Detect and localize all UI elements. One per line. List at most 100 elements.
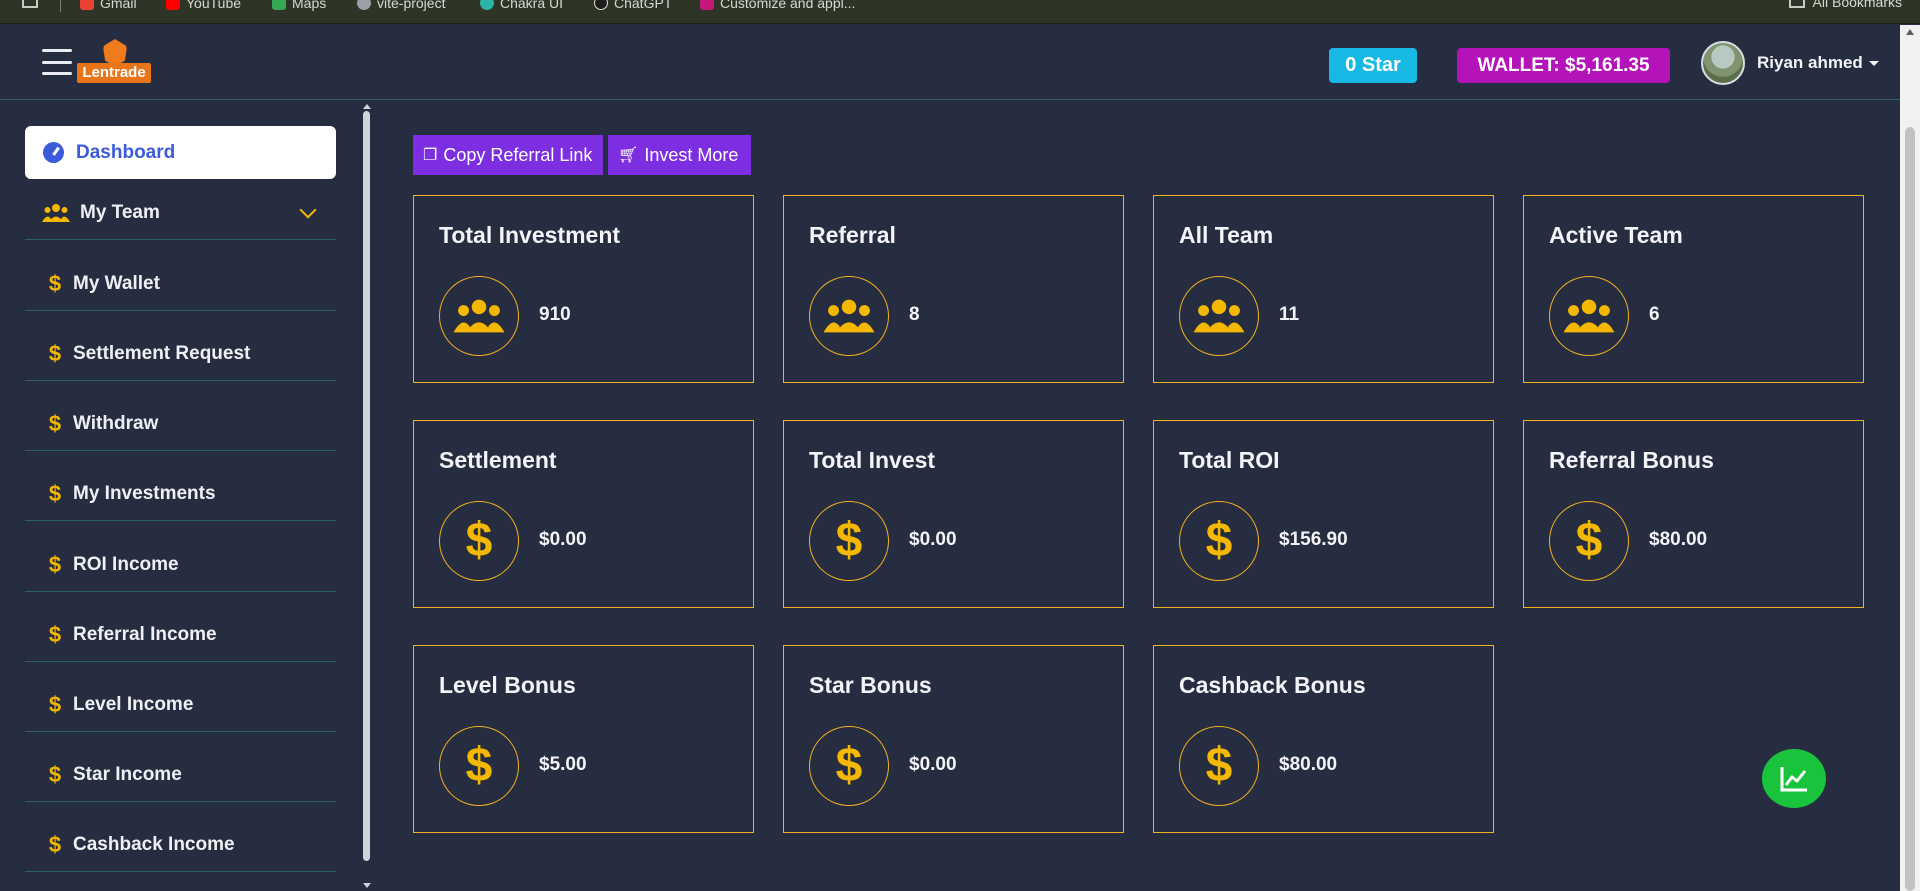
dollar-icon: $ [1179,501,1259,581]
card-title: Level Bonus [439,672,576,698]
card-title: Star Bonus [809,672,932,698]
hamburger-menu-icon[interactable] [42,49,72,75]
bookmark-gmail[interactable]: Gmail [80,0,137,12]
dollar-icon: $ [1549,501,1629,581]
page-scrollbar[interactable] [1900,25,1920,891]
team-icon [1179,276,1259,356]
card-title: Settlement [439,447,557,473]
star-badge[interactable]: 0 Star [1329,48,1417,83]
team-icon [42,203,70,222]
sidebar-item-my-team[interactable]: My Team [25,186,336,240]
top-navbar: Lentrade 0 Star WALLET: $5,161.35 Riyan … [0,25,1920,100]
youtube-icon [166,0,180,10]
card-value: $156.90 [1279,529,1348,550]
all-bookmarks[interactable]: All Bookmarks [1788,0,1902,10]
card-title: Referral [809,222,896,248]
caret-down-icon [1868,61,1879,67]
stat-card-cashback-bonus: Cashback Bonus $ $80.00 [1153,645,1494,833]
apps-grid-icon[interactable] [22,0,38,8]
stat-card-total-invest: Total Invest $ $0.00 [783,420,1124,608]
gmail-icon [80,0,94,10]
stat-card-total-roi: Total ROI $ $156.90 [1153,420,1494,608]
logo-mark-icon [103,39,127,63]
dollar-icon: $ [48,621,62,647]
extension-icon [700,0,714,10]
dollar-icon: $ [48,691,62,717]
card-value: 910 [539,304,571,325]
stat-card-referral-bonus: Referral Bonus $ $80.00 [1523,420,1864,608]
invest-more-button[interactable]: 🛒︎ Invest More [608,135,751,175]
folder-icon [1788,0,1805,8]
sidebar-item-withdraw[interactable]: $ Withdraw [25,397,336,451]
sidebar-item-dashboard[interactable]: Dashboard [25,126,336,179]
bookmarks-bar: Gmail YouTube Maps vite-project Chakra U… [0,0,1920,24]
scroll-down-arrow-icon[interactable] [363,883,371,888]
stat-card-star-bonus: Star Bonus $ $0.00 [783,645,1124,833]
dollar-icon: $ [1179,726,1259,806]
scroll-up-arrow-icon[interactable] [1906,29,1914,35]
bookmark-chatgpt[interactable]: ChatGPT [594,0,672,12]
bookmark-customize[interactable]: Customize and appl... [700,0,855,12]
cart-icon: 🛒︎ [618,147,639,164]
dollar-icon: $ [48,831,62,857]
sidebar: Dashboard My Team $ My Wallet $ Settlement… [0,101,370,891]
trend-chart-icon [1780,766,1807,791]
sidebar-item-cashback-income[interactable]: $ Cashback Income [25,818,336,872]
sidebar-item-my-wallet[interactable]: $ My Wallet [25,257,336,311]
sidebar-item-label: My Team [80,201,160,223]
scroll-up-arrow-icon[interactable] [363,104,371,109]
sidebar-item-label: ROI Income [73,553,179,575]
chakra-icon [480,0,494,10]
dollar-icon: $ [809,726,889,806]
stat-card-total-investment: Total Investment 910 [413,195,754,383]
chart-fab-button[interactable] [1762,749,1826,808]
dollar-icon: $ [48,761,62,787]
wallet-badge[interactable]: WALLET: $5,161.35 [1457,48,1670,83]
team-icon [809,276,889,356]
card-title: Active Team [1549,222,1683,248]
bookmark-chakra[interactable]: Chakra UI [480,0,563,12]
user-menu[interactable]: Riyan ahmed [1757,53,1879,73]
card-value: $0.00 [539,529,587,550]
dollar-icon: $ [439,501,519,581]
sidebar-item-roi-income[interactable]: $ ROI Income [25,538,336,592]
sidebar-item-referral-income[interactable]: $ Referral Income [25,608,336,662]
sidebar-scrollbar-thumb[interactable] [363,111,370,861]
team-icon [439,276,519,356]
stat-card-all-team: All Team 11 [1153,195,1494,383]
stat-card-active-team: Active Team 6 [1523,195,1864,383]
bookmark-maps[interactable]: Maps [272,0,326,12]
page-scrollbar-thumb[interactable] [1905,127,1915,891]
card-title: Total ROI [1179,447,1280,473]
bookmark-vite-project[interactable]: vite-project [357,0,445,12]
card-value: 8 [909,304,920,325]
sidebar-item-label: Referral Income [73,623,217,645]
sidebar-item-label: My Investments [73,482,216,504]
sidebar-item-star-income[interactable]: $ Star Income [25,748,336,802]
sidebar-scrollbar[interactable] [362,101,372,891]
dollar-icon: $ [439,726,519,806]
card-value: $5.00 [539,754,587,775]
dashboard-icon [43,142,64,163]
chevron-down-icon[interactable] [299,201,317,219]
avatar[interactable] [1701,41,1745,85]
team-icon [1549,276,1629,356]
stat-card-settlement: Settlement $ $0.00 [413,420,754,608]
copy-referral-link-button[interactable]: ❐ Copy Referral Link [413,135,603,175]
sidebar-item-label: Star Income [73,763,182,785]
logo[interactable]: Lentrade [77,39,151,87]
user-name: Riyan ahmed [1757,53,1863,72]
bookmark-youtube[interactable]: YouTube [166,0,241,12]
dollar-icon: $ [48,410,62,436]
copy-referral-link-label: Copy Referral Link [443,144,593,165]
card-value: 11 [1279,304,1300,325]
sidebar-item-settlement-request[interactable]: $ Settlement Request [25,327,336,381]
dollar-icon: $ [48,340,62,366]
bookmark-separator [60,0,61,12]
sidebar-item-my-investments[interactable]: $ My Investments [25,467,336,521]
invest-more-label: Invest More [644,144,739,165]
card-title: Cashback Bonus [1179,672,1366,698]
maps-icon [272,0,286,10]
card-value: $0.00 [909,529,957,550]
sidebar-item-level-income[interactable]: $ Level Income [25,678,336,732]
